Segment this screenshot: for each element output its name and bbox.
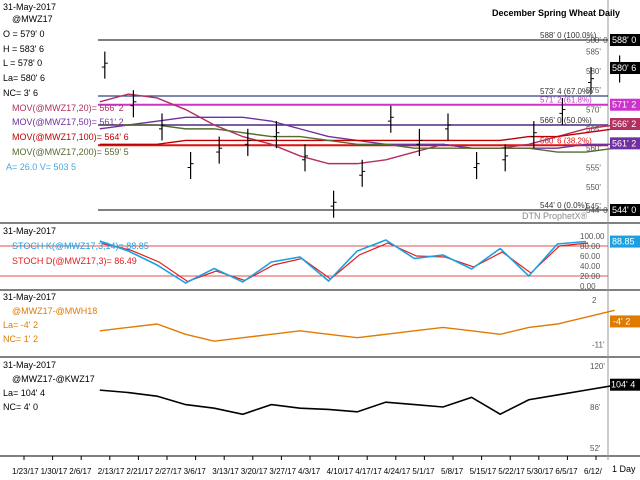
x-tick-label: 3/13/17	[212, 467, 239, 476]
x-tick-label: 5/8/17	[441, 467, 464, 476]
x-tick-label: 2/13/17	[98, 467, 125, 476]
x-tick-label: 4/24/17	[384, 467, 411, 476]
fib-label: 573' 4 (67.0%)	[540, 87, 592, 96]
inter-last: La= 104' 4	[3, 388, 45, 398]
stoch-tag-label: 88.85	[612, 237, 635, 247]
x-tick-label: 4/10/17	[327, 467, 354, 476]
watermark: DTN ProphetX®	[522, 211, 588, 221]
price-tag-label: 561' 2	[612, 138, 636, 148]
spread-date: 31-May-2017	[3, 292, 56, 302]
price-tag-label: 588' 0	[612, 35, 636, 45]
x-tick-label: 5/15/17	[470, 467, 497, 476]
x-axis: 1/23/17 1/30/17 2/6/17 2/13/17 2/21/17 2/27/1…	[12, 456, 603, 476]
price-tag-label: 544' 0	[612, 205, 636, 215]
x-tick-label: 4/17/17	[355, 467, 382, 476]
price-tick-label: 588' 0	[586, 36, 608, 45]
price-panel: 588' 0 (100.0%)573' 4 (67.0%)571' 2 (61.…	[98, 31, 640, 218]
stoch-date: 31-May-2017	[3, 226, 56, 236]
inter-symbol: @MWZ17-@KWZ17	[12, 374, 95, 384]
price-tick-label: 575'	[586, 86, 601, 95]
fib-label: 544' 0 (0.0%)	[540, 201, 588, 210]
spread-tick-label: 2	[592, 296, 597, 305]
x-tick-label: 5/1/17	[412, 467, 435, 476]
x-tick-label: 2/6/17	[69, 467, 92, 476]
spread-tick-label: -11'	[592, 341, 605, 350]
ma200-label: MOV(@MWZ17,200)= 559' 5	[12, 147, 129, 157]
ohlc-open: O = 579' 0	[3, 29, 45, 39]
ohlc-low: L = 578' 0	[3, 58, 42, 68]
x-tick-label: 6/5/17	[555, 467, 578, 476]
price-tick-label: 580'	[586, 67, 601, 76]
spread-netchange: NC= 1' 2	[3, 334, 38, 344]
x-tick-label: 5/22/17	[498, 467, 525, 476]
ohlc-last: La= 580' 6	[3, 73, 45, 83]
spread-line	[99, 309, 615, 342]
price-tag-label: 580' 6	[612, 63, 636, 73]
x-tick-label: 5/30/17	[527, 467, 554, 476]
main-symbol: @MWZ17	[12, 14, 53, 24]
ohlc-netchange: NC= 3' 6	[3, 88, 38, 98]
ma-line	[99, 116, 615, 149]
inter-tick-label: 120'	[590, 362, 605, 371]
stoch-k-label: STOCH K(@MWZ17,3,14)= 88.85	[12, 241, 149, 251]
x-tick-label: 3/27/17	[269, 467, 296, 476]
ohlc-high: H = 583' 6	[3, 44, 44, 54]
x-tick-label: 2/27/17	[155, 467, 182, 476]
x-tick-label: 1/30/17	[41, 467, 68, 476]
chart-title: December Spring Wheat Daily	[492, 8, 620, 18]
stoch-tick-label: 0.00	[580, 282, 596, 291]
spread-symbol: @MWZ17-@MWH18	[12, 306, 97, 316]
spread-tag-label: -4' 2	[613, 316, 630, 326]
x-tick-label: 4/3/17	[298, 467, 321, 476]
inter-date: 31-May-2017	[3, 360, 56, 370]
x-tick-label: 1/23/17	[12, 467, 39, 476]
volume-label: A= 26.0 V= 503 5	[6, 162, 76, 172]
stoch-tick-label: 100.00	[580, 232, 605, 241]
price-tick-label: 570'	[586, 106, 601, 115]
stoch-tick-label: 60.00	[580, 252, 601, 261]
ma100-label: MOV(@MWZ17,100)= 564' 6	[12, 132, 129, 142]
ma20-label: MOV(@MWZ17,20)= 566' 2	[12, 103, 124, 113]
ma50-label: MOV(@MWZ17,50)= 561' 2	[12, 117, 124, 127]
fib-label: 571' 2 (61.8%)	[540, 96, 592, 105]
period-label: 1 Day	[612, 464, 636, 474]
intermarket-panel: 120' 86' 52' 104' 4	[99, 362, 640, 453]
chart: 588' 0 (100.0%)573' 4 (67.0%)571' 2 (61.…	[0, 0, 640, 476]
x-tick-label: 2/21/17	[126, 467, 153, 476]
inter-line	[99, 384, 615, 416]
inter-tag-label: 104' 4	[611, 380, 635, 390]
x-tick-label: 6/12/	[584, 467, 603, 476]
x-tick-label: 3/6/17	[184, 467, 207, 476]
stoch-d-label: STOCH D(@MWZ17,3)= 86.49	[12, 256, 137, 266]
inter-tick-label: 86'	[590, 403, 601, 412]
fib-label: 566' 0 (50.0%)	[540, 116, 592, 125]
stoch-tick-label: 40.00	[580, 262, 601, 271]
price-tick-label: 555'	[586, 164, 601, 173]
inter-netchange: NC= 4' 0	[3, 402, 38, 412]
spread-last: La= -4' 2	[3, 320, 38, 330]
inter-tick-label: 52'	[590, 444, 601, 453]
x-tick-label: 3/20/17	[241, 467, 268, 476]
spread-panel: 2 -11' -4' 2	[99, 296, 640, 350]
price-tag-label: 571' 2	[612, 100, 636, 110]
price-tick-label: 544' 0	[586, 206, 608, 215]
price-tick-label: 550'	[586, 183, 601, 192]
main-date: 31-May-2017	[3, 2, 56, 12]
price-tag-label: 566' 2	[612, 119, 636, 129]
stoch-tick-label: 20.00	[580, 272, 601, 281]
price-tick-label: 585'	[586, 48, 601, 57]
